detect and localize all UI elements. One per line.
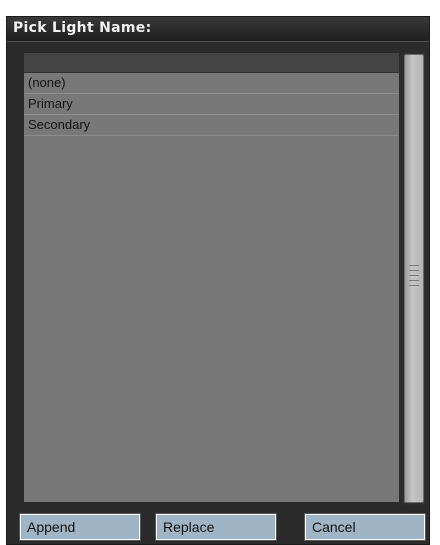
list-header <box>24 53 399 73</box>
replace-button[interactable]: Replace <box>155 513 277 541</box>
vertical-scrollbar[interactable] <box>402 52 426 505</box>
pick-light-name-dialog: Pick Light Name: (none) Primary Secondar… <box>6 16 430 545</box>
append-button[interactable]: Append <box>19 513 141 541</box>
list-item-none[interactable]: (none) <box>24 73 399 94</box>
list-item-secondary[interactable]: Secondary <box>24 115 399 136</box>
scrollbar-thumb[interactable] <box>404 54 424 503</box>
dialog-title: Pick Light Name: <box>13 20 152 36</box>
cancel-button[interactable]: Cancel <box>304 513 426 541</box>
light-name-list: (none) Primary Secondary <box>23 52 400 503</box>
title-bar[interactable]: Pick Light Name: <box>7 17 429 42</box>
list-item-primary[interactable]: Primary <box>24 94 399 115</box>
grip-icon <box>409 265 419 290</box>
